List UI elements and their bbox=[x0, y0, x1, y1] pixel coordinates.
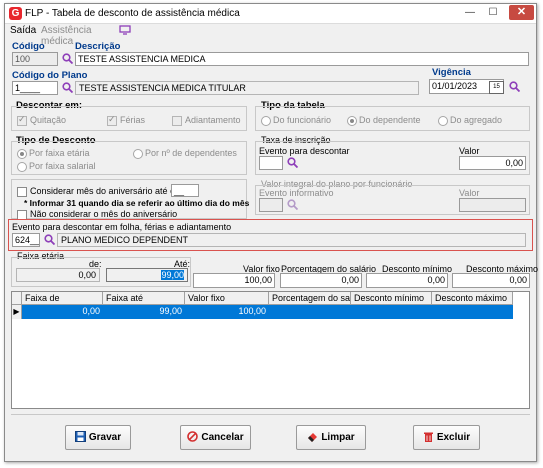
evento-folha-code-input[interactable]: 624__ bbox=[12, 233, 40, 247]
search-icon[interactable] bbox=[509, 81, 520, 92]
column-header[interactable]: Porcentagem do salário bbox=[269, 292, 351, 305]
taxa-valor-input[interactable]: 0,00 bbox=[459, 156, 526, 170]
do-funcionario-radio[interactable] bbox=[261, 116, 271, 126]
ferias-checkbox[interactable] bbox=[107, 114, 117, 126]
evento-informativo-label: Evento informativo bbox=[259, 188, 334, 198]
cancel-button[interactable]: Cancelar bbox=[180, 425, 251, 450]
cell-desconto-maximo bbox=[432, 305, 513, 318]
valor-fixo-input[interactable]: 100,00 bbox=[193, 273, 275, 288]
search-icon[interactable] bbox=[62, 53, 73, 64]
codigo-plano-label: Código do Plano bbox=[12, 70, 88, 81]
app-logo-icon: G bbox=[9, 7, 22, 20]
window-title: FLP - Tabela de desconto de assistência … bbox=[25, 8, 240, 19]
title-bar: G FLP - Tabela de desconto de assistênci… bbox=[5, 4, 536, 24]
maximize-button[interactable]: ☐ bbox=[486, 7, 500, 19]
evento-descontar-input[interactable] bbox=[259, 156, 283, 170]
faixa-etaria-radio[interactable] bbox=[17, 149, 27, 159]
table-row[interactable]: 0,00 99,00 100,00 bbox=[22, 305, 513, 319]
quitacao-label: Quitação bbox=[30, 115, 67, 125]
faixa-table[interactable]: Faixa de Faixa até Valor fixo Porcentage… bbox=[11, 291, 530, 409]
taxa-valor-label: Valor bbox=[459, 146, 480, 156]
evento-folha-description: PLANO MEDICO DEPENDENT bbox=[57, 233, 526, 247]
valor-integral-valor-input[interactable] bbox=[459, 198, 526, 212]
clear-button-label: Limpar bbox=[321, 432, 355, 443]
column-header[interactable]: Valor fixo bbox=[185, 292, 269, 305]
search-icon[interactable] bbox=[287, 199, 298, 210]
codigo-plano-input[interactable]: 1____ bbox=[12, 81, 58, 95]
divider bbox=[11, 414, 530, 415]
row-indicator-icon: ▶ bbox=[12, 305, 22, 319]
nao-considerar-label: Não considerar o mês do aniversário bbox=[30, 209, 178, 219]
do-agregado-radio[interactable] bbox=[438, 116, 448, 126]
clear-button[interactable]: Limpar bbox=[296, 425, 366, 450]
calendar-icon[interactable]: 15 bbox=[489, 81, 504, 94]
descricao-label: Descrição bbox=[75, 41, 121, 52]
adiantamento-checkbox[interactable] bbox=[172, 116, 182, 126]
cell-valor-fixo: 100,00 bbox=[238, 306, 266, 316]
porcentagem-input[interactable]: 0,00 bbox=[280, 273, 362, 288]
column-header[interactable]: Desconto máximo bbox=[432, 292, 513, 305]
faixa-etaria-option-label: Por faixa etária bbox=[29, 148, 90, 158]
evento-informativo-input[interactable] bbox=[259, 198, 283, 212]
main-window: G FLP - Tabela de desconto de assistênci… bbox=[4, 3, 538, 462]
save-button[interactable]: Gravar bbox=[65, 425, 131, 450]
do-funcionario-label: Do funcionário bbox=[273, 115, 332, 125]
do-dependente-label: Do dependente bbox=[359, 115, 421, 125]
faixa-ate-selected-text: 99,00 bbox=[161, 270, 184, 280]
minimize-button[interactable]: — bbox=[463, 7, 477, 19]
evento-folha-label: Evento para descontar em folha, férias e… bbox=[12, 222, 232, 232]
codigo-label: Código bbox=[12, 41, 45, 52]
cell-faixa-de: 0,00 bbox=[82, 306, 100, 316]
plano-description: TESTE ASSISTENCIA MEDICA TITULAR bbox=[75, 81, 419, 95]
cell-faixa-ate: 99,00 bbox=[159, 306, 182, 316]
column-header[interactable]: Faixa até bbox=[103, 292, 185, 305]
desconto-maximo-input[interactable]: 0,00 bbox=[452, 273, 530, 288]
aniversario-day-input[interactable]: __ bbox=[171, 184, 199, 197]
column-header[interactable]: Faixa de bbox=[22, 292, 103, 305]
num-dependentes-label: Por nº de dependentes bbox=[145, 148, 237, 158]
search-icon[interactable] bbox=[62, 82, 73, 93]
valor-integral-valor-label: Valor bbox=[459, 188, 480, 198]
table-corner bbox=[12, 292, 22, 305]
faixa-ate-input[interactable]: 99,00 bbox=[106, 268, 188, 282]
evento-descontar-label: Evento para descontar bbox=[259, 146, 350, 156]
ferias-label: Férias bbox=[120, 115, 146, 125]
adiantamento-label: Adiantamento bbox=[185, 115, 241, 125]
cell-desconto-minimo bbox=[351, 305, 432, 318]
num-dependentes-radio[interactable] bbox=[133, 149, 143, 159]
faixa-de-input[interactable]: 0,00 bbox=[16, 268, 100, 282]
aniversario-checkbox[interactable] bbox=[17, 187, 27, 197]
do-dependente-radio[interactable] bbox=[347, 116, 357, 126]
search-icon[interactable] bbox=[44, 234, 55, 245]
search-icon[interactable] bbox=[287, 157, 298, 168]
delete-button-label: Excluir bbox=[436, 432, 471, 443]
delete-button[interactable]: Excluir bbox=[413, 425, 480, 450]
trash-icon bbox=[423, 432, 433, 442]
desconto-minimo-input[interactable]: 0,00 bbox=[366, 273, 448, 288]
cell-porcentagem bbox=[269, 305, 351, 318]
aniversario-label: Considerar mês do aniversário até o dia bbox=[30, 186, 190, 196]
quitacao-checkbox[interactable] bbox=[17, 114, 27, 126]
column-header[interactable]: Desconto mínimo bbox=[351, 292, 432, 305]
faixa-salarial-radio[interactable] bbox=[17, 162, 27, 172]
descricao-input[interactable]: TESTE ASSISTENCIA MEDICA bbox=[75, 52, 529, 66]
cancel-icon bbox=[187, 431, 199, 442]
monitor-icon[interactable] bbox=[119, 25, 131, 35]
close-button[interactable]: ✕ bbox=[509, 5, 534, 20]
eraser-icon bbox=[308, 432, 318, 442]
cancel-button-label: Cancelar bbox=[201, 432, 244, 443]
faixa-salarial-label: Por faixa salarial bbox=[29, 161, 96, 171]
menu-exit[interactable]: Saída bbox=[10, 25, 36, 36]
aniversario-note: * Informar 31 quando dia se referir ao ú… bbox=[24, 198, 250, 208]
codigo-input[interactable]: 100 bbox=[12, 52, 58, 66]
do-agregado-label: Do agregado bbox=[450, 115, 503, 125]
save-button-label: Gravar bbox=[88, 432, 122, 443]
floppy-disk-icon bbox=[74, 430, 86, 442]
